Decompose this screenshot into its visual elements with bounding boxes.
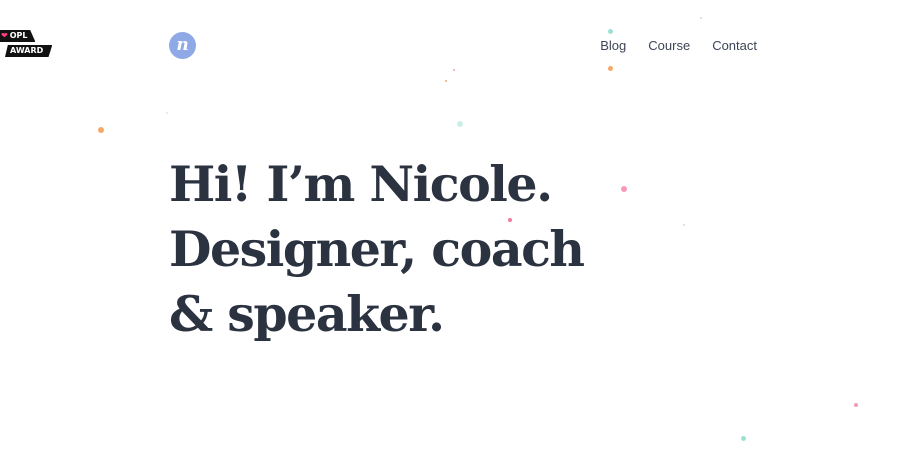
confetti-dot <box>166 112 168 114</box>
hero-line-3: & speaker. <box>169 285 445 343</box>
badge-line1: OPL <box>9 31 28 40</box>
badge-bottom-ribbon: AWARD <box>5 45 53 57</box>
nav-course-link[interactable]: Course <box>648 38 690 54</box>
confetti-dot <box>453 69 455 71</box>
opl-award-badge[interactable]: ❤ OPL AWARD <box>0 30 53 60</box>
confetti-dot <box>854 403 858 407</box>
hero-heading: Hi! I’m Nicole. Designer, coach & speake… <box>169 152 585 347</box>
logo-letter: n <box>176 35 189 55</box>
confetti-dot <box>608 66 613 71</box>
logo-icon[interactable]: n <box>169 32 196 59</box>
confetti-dot <box>683 224 685 226</box>
confetti-dot <box>621 186 627 192</box>
badge-top-ribbon: ❤ OPL <box>0 30 36 42</box>
confetti-dot <box>608 29 613 34</box>
confetti-dot <box>98 127 104 133</box>
nav-blog-link[interactable]: Blog <box>600 38 626 54</box>
nav-contact-link[interactable]: Contact <box>712 38 757 54</box>
confetti-dot <box>457 121 463 127</box>
confetti-dot <box>445 80 447 82</box>
hero-line-1: Hi! I’m Nicole. <box>169 155 553 213</box>
heart-icon: ❤ <box>1 31 8 40</box>
confetti-dot <box>700 17 702 19</box>
hero-line-2: Designer, coach <box>169 220 585 278</box>
confetti-dot <box>741 436 746 441</box>
main-nav: Blog Course Contact <box>600 38 757 54</box>
confetti-dot <box>508 218 512 222</box>
